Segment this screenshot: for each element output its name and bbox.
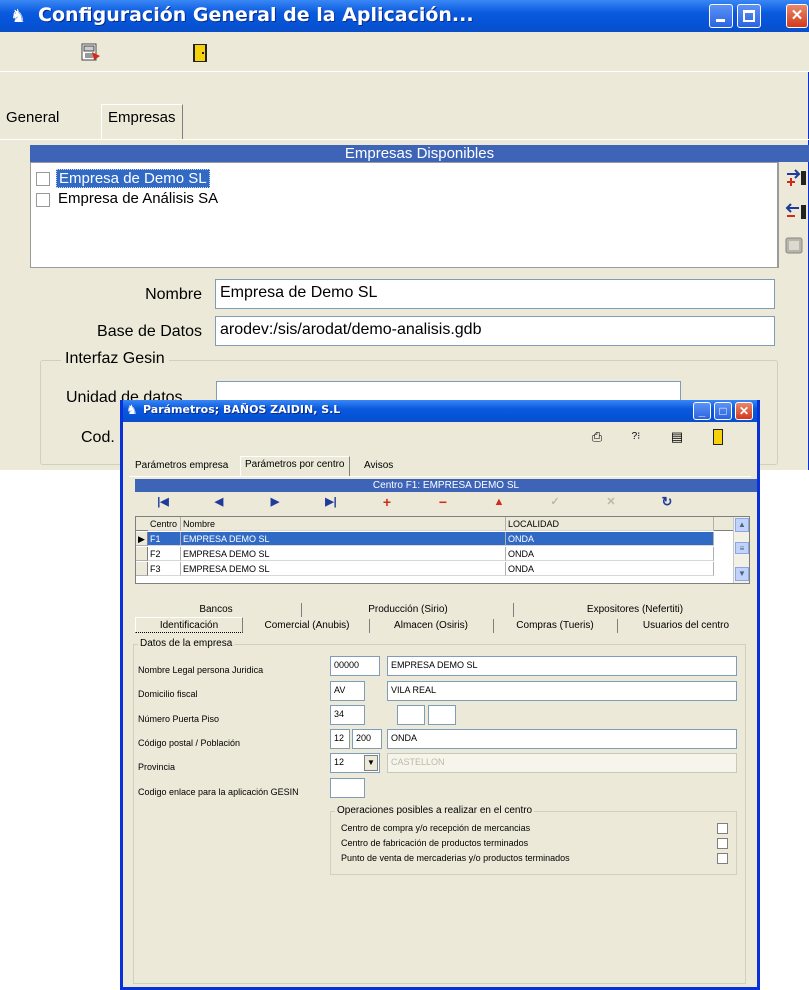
- tab-divider: [0, 139, 809, 140]
- gesin-code-label: Codigo enlace para la aplicación GESIN: [138, 787, 299, 797]
- op-compra-checkbox[interactable]: [717, 823, 728, 834]
- datos-empresa-legend: Datos de la empresa: [138, 638, 235, 649]
- piso-field[interactable]: [428, 705, 456, 725]
- col-header-centro[interactable]: Centro: [148, 517, 181, 531]
- codigo-postal-label: Código postal / Población: [138, 738, 241, 748]
- tab-avisos[interactable]: Avisos: [360, 458, 397, 476]
- provincia-label: Provincia: [138, 762, 176, 772]
- base-datos-label: Base de Datos: [97, 323, 202, 340]
- main-titlebar[interactable]: ♞ Configuración General de la Aplicación…: [0, 0, 809, 32]
- domicilio-label: Domicilio fiscal: [138, 689, 198, 699]
- close-button[interactable]: ✕: [786, 4, 808, 28]
- tab-bancos[interactable]: Bancos: [131, 602, 301, 618]
- cp-numero-field[interactable]: 200: [352, 729, 382, 749]
- gesin-code-field[interactable]: [330, 778, 365, 798]
- first-record-button[interactable]: |◀: [135, 494, 191, 510]
- tab-usuarios[interactable]: Usuarios del centro: [619, 618, 753, 634]
- nombre-label: Nombre: [145, 286, 202, 303]
- grid-header: Centro Nombre LOCALIDAD: [136, 517, 733, 531]
- preview-icon[interactable]: ▤: [668, 428, 686, 446]
- nombre-field[interactable]: Empresa de Demo SL: [215, 279, 775, 309]
- puerta-field[interactable]: [397, 705, 425, 725]
- domicilio-field[interactable]: VILA REAL: [387, 681, 737, 701]
- nombre-legal-field[interactable]: EMPRESA DEMO SL: [387, 656, 737, 676]
- poblacion-field[interactable]: ONDA: [387, 729, 737, 749]
- op-venta-checkbox[interactable]: [717, 853, 728, 864]
- post-record-button[interactable]: ✓: [527, 494, 583, 510]
- remove-company-icon[interactable]: [785, 202, 807, 222]
- scroll-down-icon[interactable]: ▼: [735, 567, 749, 581]
- empresas-list[interactable]: Empresa de Demo SL Empresa de Análisis S…: [30, 162, 779, 268]
- centro-header: Centro F1: EMPRESA DEMO SL: [135, 479, 757, 492]
- provincia-name-field: CASTELLON: [387, 753, 737, 773]
- domicilio-tipo-field[interactable]: AV: [330, 681, 365, 701]
- operaciones-legend: Operaciones posibles a realizar en el ce…: [335, 805, 535, 816]
- empresas-header: Empresas Disponibles: [30, 145, 809, 162]
- tab-empresas[interactable]: Empresas: [101, 104, 183, 140]
- tab-almacen[interactable]: Almacen (Osiris): [371, 618, 491, 634]
- save-settings-icon[interactable]: [80, 42, 102, 64]
- edit-record-button[interactable]: ▲: [471, 494, 527, 510]
- base-datos-field[interactable]: arodev:/sis/arodat/demo-analisis.gdb: [215, 316, 775, 346]
- dialog-maximize-button[interactable]: □: [714, 402, 732, 420]
- record-navigator: |◀ ◀ ▶ ▶| + − ▲ ✓ ✕ ↻: [135, 492, 757, 512]
- row-indicator-icon: ▶: [136, 532, 148, 546]
- next-record-button[interactable]: ▶: [247, 494, 303, 510]
- parametros-dialog: ♞ Parámetros; BAÑOS ZAIDIN, S.L _ □ ✕ ⎙ …: [120, 400, 760, 990]
- dialog-titlebar[interactable]: ♞ Parámetros; BAÑOS ZAIDIN, S.L _ □ ✕: [123, 400, 757, 422]
- dialog-title: Parámetros; BAÑOS ZAIDIN, S.L: [143, 403, 341, 416]
- dialog-minimize-button[interactable]: _: [693, 402, 711, 420]
- main-toolbar: [0, 32, 809, 72]
- op-venta-label: Punto de venta de mercaderias y/o produc…: [341, 853, 570, 863]
- exit-door-icon[interactable]: [189, 42, 211, 64]
- cancel-record-button[interactable]: ✕: [583, 494, 639, 510]
- tab-parametros-empresa[interactable]: Parámetros empresa: [131, 458, 232, 476]
- scroll-thumb[interactable]: ≡: [735, 542, 749, 554]
- refresh-button[interactable]: ↻: [639, 494, 695, 510]
- company-properties-icon[interactable]: [785, 236, 807, 256]
- app-logo-icon: ♞: [126, 402, 138, 417]
- app-logo-icon: ♞: [10, 6, 27, 26]
- insert-record-button[interactable]: +: [359, 494, 415, 510]
- datos-empresa-group: Datos de la empresa Nombre Legal persona…: [133, 638, 746, 984]
- tab-comercial[interactable]: Comercial (Anubis): [247, 618, 367, 634]
- tab-general[interactable]: General: [0, 109, 65, 126]
- op-fabricacion-checkbox[interactable]: [717, 838, 728, 849]
- tab-compras[interactable]: Compras (Tueris): [495, 618, 615, 634]
- last-record-button[interactable]: ▶|: [303, 494, 359, 510]
- tab-identificacion[interactable]: Identificación: [135, 617, 243, 633]
- col-header-localidad[interactable]: LOCALIDAD: [506, 517, 714, 531]
- operaciones-group: Operaciones posibles a realizar en el ce…: [330, 805, 737, 875]
- op-compra-label: Centro de compra y/o recepción de mercan…: [341, 823, 531, 833]
- nombre-legal-code-field[interactable]: 00000: [330, 656, 380, 676]
- tab-expositores[interactable]: Expositores (Nefertiti): [515, 602, 755, 618]
- add-company-icon[interactable]: [785, 168, 807, 188]
- col-header-nombre[interactable]: Nombre: [181, 517, 506, 531]
- numero-label: Número Puerta Piso: [138, 714, 220, 724]
- minimize-button[interactable]: [709, 4, 733, 28]
- main-tabs: General Empresas: [0, 72, 809, 140]
- company-checkbox[interactable]: [36, 193, 50, 207]
- dialog-close-button[interactable]: ✕: [735, 402, 753, 420]
- scroll-up-icon[interactable]: ▲: [735, 518, 749, 532]
- cp-provincia-field[interactable]: 12: [330, 729, 350, 749]
- nombre-legal-label: Nombre Legal persona Juridica: [138, 665, 264, 675]
- help-icon[interactable]: ?⁝: [627, 428, 645, 446]
- numero-field[interactable]: 34: [330, 705, 365, 725]
- grid-scrollbar[interactable]: ▲ ≡ ▼: [733, 517, 749, 583]
- print-icon[interactable]: ⎙: [588, 428, 606, 446]
- company-checkbox[interactable]: [36, 172, 50, 186]
- exit-door-icon[interactable]: [709, 428, 727, 446]
- centros-grid[interactable]: Centro Nombre LOCALIDAD ▶ F1 EMPRESA DEM…: [135, 516, 750, 584]
- gesin-legend: Interfaz Gesin: [61, 350, 169, 368]
- main-window-title: Configuración General de la Aplicación..…: [38, 4, 474, 26]
- delete-record-button[interactable]: −: [415, 494, 471, 510]
- op-fabricacion-label: Centro de fabricación de productos termi…: [341, 838, 529, 848]
- tab-produccion[interactable]: Producción (Sirio): [303, 602, 513, 618]
- maximize-button[interactable]: [737, 4, 761, 28]
- prior-record-button[interactable]: ◀: [191, 494, 247, 510]
- chevron-down-icon[interactable]: ▼: [364, 755, 378, 771]
- tab-divider: [129, 476, 751, 477]
- tab-parametros-centro[interactable]: Parámetros por centro: [240, 456, 350, 476]
